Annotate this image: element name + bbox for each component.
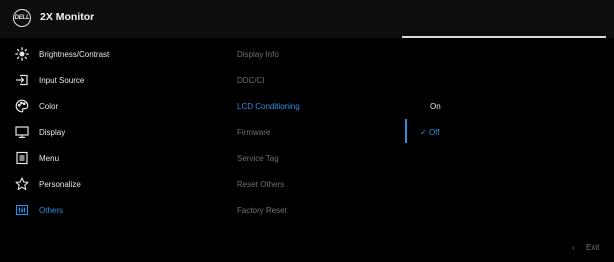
submenu-item-firmware[interactable]: Firmware	[237, 128, 270, 137]
star-icon	[14, 176, 30, 192]
osd-title: 2X Monitor	[40, 11, 95, 23]
submenu-item-factory-reset[interactable]: Factory Reset	[237, 206, 287, 215]
header-divider	[402, 36, 606, 38]
selection-indicator	[405, 119, 407, 143]
menu-icon	[14, 150, 30, 166]
menu-item-others[interactable]: Others	[14, 201, 214, 219]
menu-label: Others	[39, 205, 64, 215]
others-icon	[14, 202, 30, 218]
checkmark-icon: ✓	[420, 128, 429, 137]
submenu-item-ddc-ci[interactable]: DDC/CI	[237, 76, 265, 85]
option-off[interactable]: ✓ Off	[420, 128, 439, 137]
input-source-icon	[14, 72, 30, 88]
display-icon	[14, 124, 30, 140]
color-palette-icon	[14, 98, 30, 114]
menu-label: Color	[39, 101, 59, 111]
option-on[interactable]: On	[430, 102, 441, 111]
chevron-left-icon: ‹	[572, 243, 575, 252]
dell-logo: DELL	[13, 9, 31, 27]
option-off-label: Off	[428, 128, 440, 137]
osd-header: DELL 2X Monitor	[0, 0, 614, 38]
submenu-item-service-tag[interactable]: Service Tag	[237, 154, 279, 163]
menu-item-brightness-contrast[interactable]: Brightness/Contrast	[14, 45, 214, 63]
menu-label: Personalize	[39, 179, 81, 189]
menu-item-display[interactable]: Display	[14, 123, 214, 141]
menu-label: Display	[39, 127, 66, 137]
menu-label: Input Source	[39, 75, 85, 85]
submenu-item-reset-others[interactable]: Reset Others	[237, 180, 284, 189]
menu-item-color[interactable]: Color	[14, 97, 214, 115]
brightness-icon	[14, 46, 30, 62]
submenu-item-display-info[interactable]: Display Info	[237, 50, 279, 59]
menu-item-menu[interactable]: Menu	[14, 149, 214, 167]
exit-button[interactable]: Exit	[586, 243, 599, 252]
menu-item-personalize[interactable]: Personalize	[14, 175, 214, 193]
menu-label: Menu	[39, 153, 60, 163]
submenu-item-lcd-conditioning[interactable]: LCD Conditioning	[237, 102, 300, 111]
menu-item-input-source[interactable]: Input Source	[14, 71, 214, 89]
menu-label: Brightness/Contrast	[39, 49, 110, 59]
